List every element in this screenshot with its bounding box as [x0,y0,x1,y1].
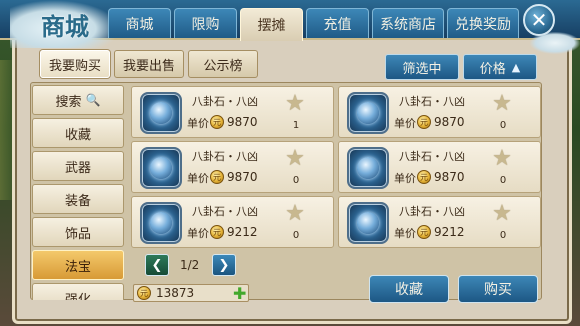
star-icon[interactable]: ★ [284,203,306,225]
unit-price-label: 单价 [394,117,416,130]
category-label: 收藏 [64,127,91,143]
tab-stall[interactable]: 摆摊 [240,8,303,41]
favorite-button[interactable]: 收藏 [369,275,449,303]
coin-icon: 元 [417,170,431,184]
item-name: 八卦石・八凶 [192,95,258,108]
favorite-count: 0 [499,175,507,186]
category-label: 法宝 [64,259,91,275]
item-price: 9870 [227,170,258,184]
add-currency-icon[interactable]: ✚ [233,284,246,303]
prev-page-button[interactable]: ❮ [145,254,169,276]
item-name: 八卦石・八凶 [192,205,258,218]
unit-price-label: 单价 [187,227,209,240]
item-card[interactable]: 八卦石・八凶 单价 元 9870 ★ 0 [338,86,541,138]
gem-icon [140,147,182,189]
category-list: 搜索 🔍 收藏 武器 装备 饰品 法宝 强化 [32,85,126,300]
logo-text: 商城 [41,11,89,41]
close-icon: ✕ [530,8,548,32]
item-price: 9870 [227,115,258,129]
main-tabs: 商城 限购 摆摊 充值 系统商店 兑换奖励 [108,8,519,41]
category-label: 装备 [64,193,91,209]
search-icon: 🔍 [85,93,101,107]
shop-logo: 商城 [10,0,120,48]
item-name: 八卦石・八凶 [399,95,465,108]
item-card[interactable]: 八卦石・八凶 单价 元 9212 ★ 0 [131,196,334,248]
category-label: 搜索 [55,94,82,110]
item-name: 八卦石・八凶 [399,150,465,163]
item-price: 9870 [434,115,465,129]
coin-icon: 元 [210,170,224,184]
cloud-decoration [530,32,580,54]
item-card[interactable]: 八卦石・八凶 单价 元 9870 ★ 0 [131,141,334,193]
unit-price-label: 单价 [394,227,416,240]
star-icon[interactable]: ★ [491,148,513,170]
category-favorites[interactable]: 收藏 [32,118,124,148]
favorite-count: 0 [292,175,300,186]
tab-system-store[interactable]: 系统商店 [372,8,444,38]
category-accessories[interactable]: 饰品 [32,217,124,247]
unit-price-label: 单价 [394,172,416,185]
tab-limited[interactable]: 限购 [174,8,237,38]
gem-icon [347,202,389,244]
tab-shop[interactable]: 商城 [108,8,171,38]
gem-icon [347,92,389,134]
price-sort-button[interactable]: 价格 ▲ [463,54,537,80]
favorite-count: 0 [292,230,300,241]
balance-value: 13873 [156,286,195,300]
unit-price-label: 单价 [187,117,209,130]
next-page-button[interactable]: ❯ [212,254,236,276]
coin-icon: 元 [137,286,151,300]
filter-label: 筛选中 [402,61,442,77]
price-label: 价格 [479,61,506,77]
favorite-count: 0 [499,230,507,241]
category-artifacts[interactable]: 法宝 [32,250,124,280]
currency-balance: 元 13873 ✚ [133,284,249,303]
category-enhance[interactable]: 强化 [32,283,124,300]
tab-recharge[interactable]: 充值 [306,8,369,38]
item-name: 八卦石・八凶 [399,205,465,218]
buy-button[interactable]: 购买 [458,275,538,303]
coin-icon: 元 [417,115,431,129]
star-icon[interactable]: ★ [284,148,306,170]
subtab-sell[interactable]: 我要出售 [114,50,185,78]
coin-icon: 元 [417,225,431,239]
category-label: 饰品 [64,226,91,242]
star-icon[interactable]: ★ [491,93,513,115]
category-weapons[interactable]: 武器 [32,151,124,181]
item-grid: 八卦石・八凶 单价 元 9870 ★ 1 八卦石・八凶 单价 元 9870 ★ … [131,86,541,251]
chevron-left-icon: ❮ [151,257,163,273]
subtab-buy[interactable]: 我要购买 [40,50,111,78]
sort-up-icon: ▲ [511,60,521,74]
category-label: 强化 [64,292,91,301]
item-price: 9212 [434,225,465,239]
item-card[interactable]: 八卦石・八凶 单价 元 9870 ★ 1 [131,86,334,138]
category-search[interactable]: 搜索 🔍 [32,85,124,115]
tab-exchange-rewards[interactable]: 兑换奖励 [447,8,519,38]
item-card[interactable]: 八卦石・八凶 单价 元 9212 ★ 0 [338,196,541,248]
star-icon[interactable]: ★ [284,93,306,115]
subtab-bulletin[interactable]: 公示榜 [188,50,259,78]
item-card[interactable]: 八卦石・八凶 单价 元 9870 ★ 0 [338,141,541,193]
item-price: 9212 [227,225,258,239]
gem-icon [347,147,389,189]
gem-icon [140,202,182,244]
sub-tabs: 我要购买 我要出售 公示榜 [40,50,259,78]
coin-icon: 元 [210,225,224,239]
coin-icon: 元 [210,115,224,129]
page-indicator: 1/2 [180,258,200,272]
favorite-count: 1 [292,120,300,131]
item-name: 八卦石・八凶 [192,150,258,163]
filter-button[interactable]: 筛选中 [385,54,459,80]
unit-price-label: 单价 [187,172,209,185]
chevron-right-icon: ❯ [218,257,230,273]
category-equipment[interactable]: 装备 [32,184,124,214]
star-icon[interactable]: ★ [491,203,513,225]
favorite-count: 0 [499,120,507,131]
gem-icon [140,92,182,134]
category-label: 武器 [64,160,91,176]
item-price: 9870 [434,170,465,184]
